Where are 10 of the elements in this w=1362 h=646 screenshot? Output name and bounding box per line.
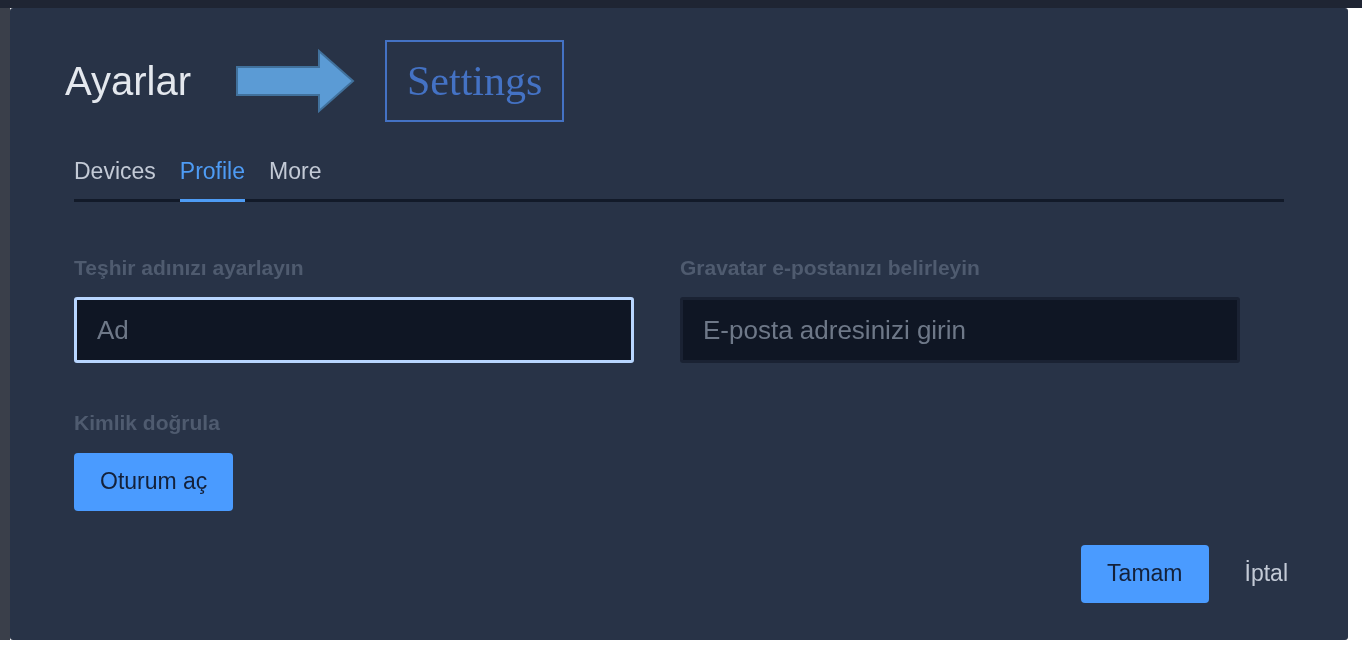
tab[interactable]: Devices: [74, 154, 156, 202]
annotation-label: Settings: [385, 40, 565, 122]
sign-in-button[interactable]: Oturum aç: [74, 452, 234, 511]
tab[interactable]: Profile: [179, 154, 245, 202]
input-field[interactable]: E-posta adresinizi girin: [680, 297, 1240, 363]
ok-button[interactable]: Tamam: [1081, 544, 1209, 603]
cancel-button[interactable]: İptal: [1244, 556, 1288, 591]
dialog-title: Ayarlar: [65, 58, 191, 105]
tab[interactable]: More: [269, 154, 322, 202]
arrow-icon: [235, 49, 355, 113]
